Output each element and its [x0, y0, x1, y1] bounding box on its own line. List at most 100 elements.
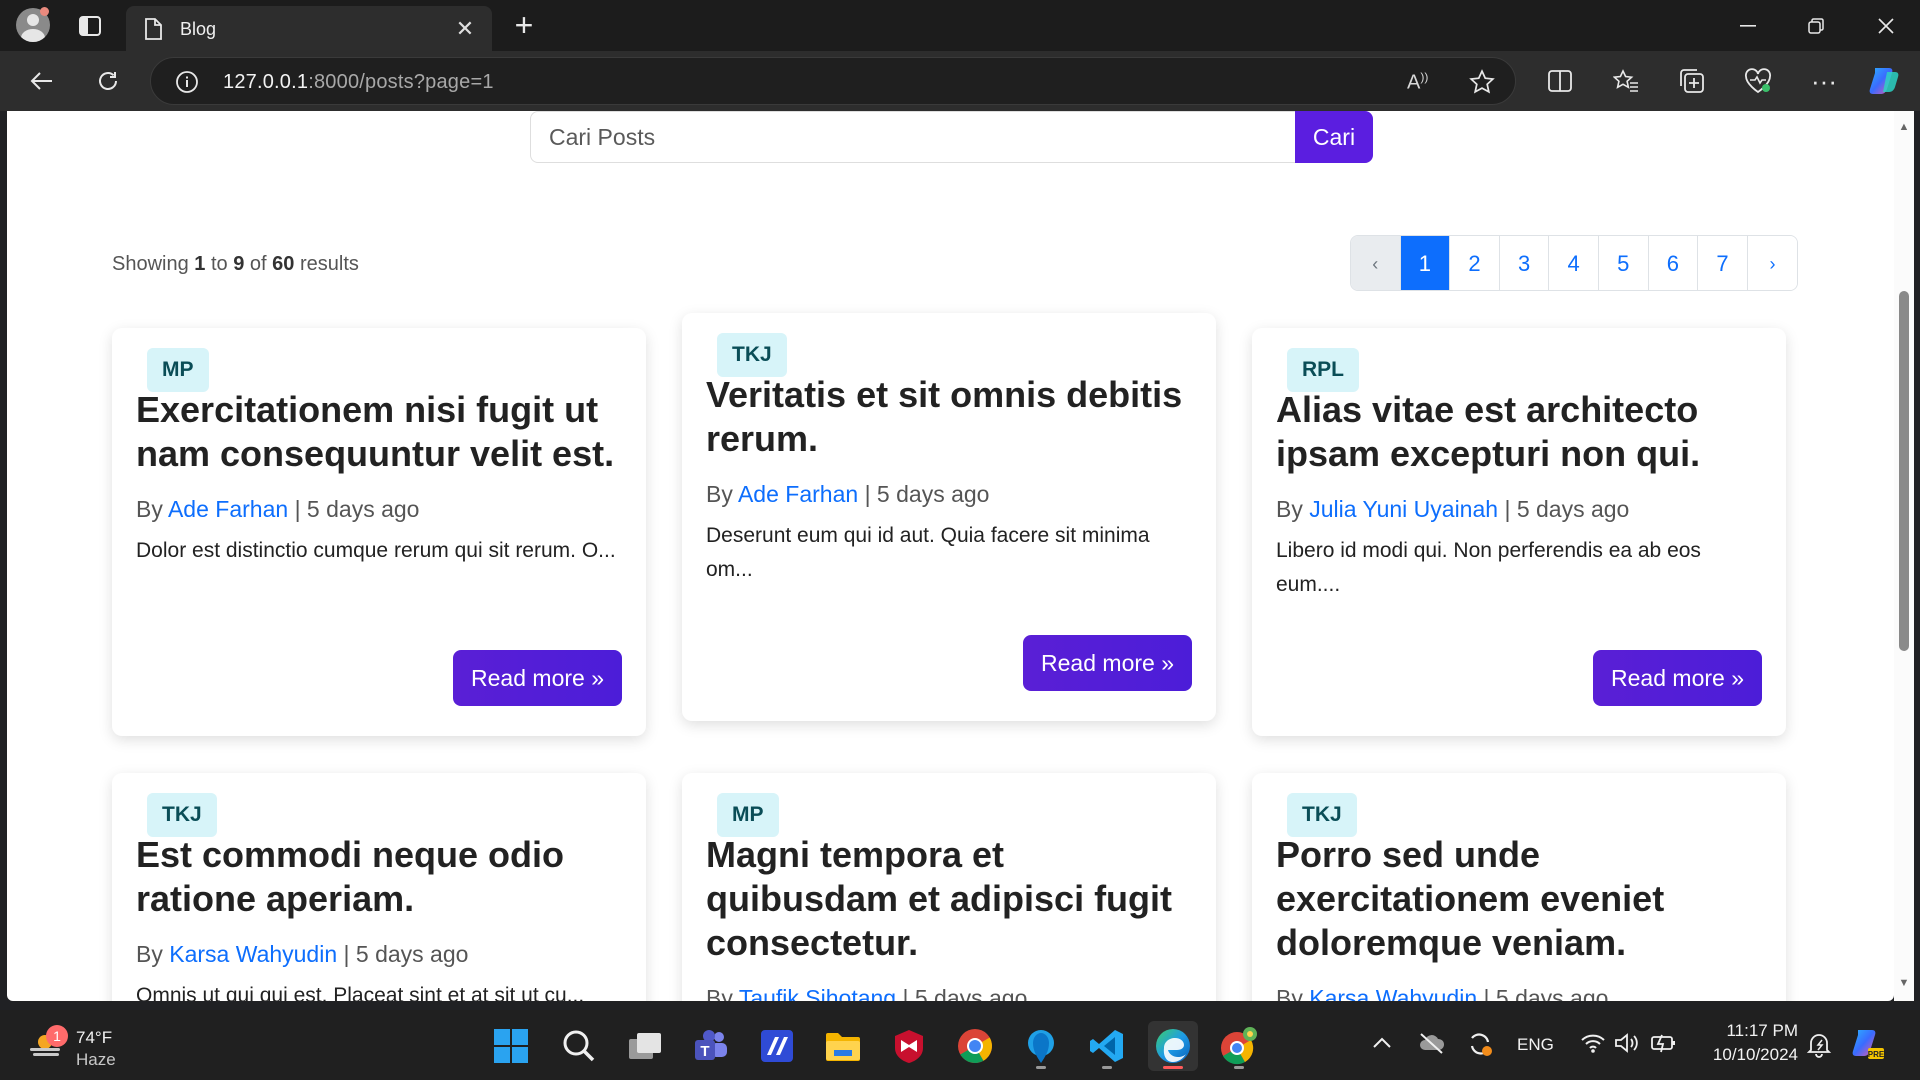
post-meta: By Ade Farhan | 5 days ago: [136, 496, 420, 522]
category-badge[interactable]: TKJ: [1287, 793, 1357, 837]
author-link[interactable]: Julia Yuni Uyainah: [1309, 496, 1498, 522]
weather-notification-badge: 1: [46, 1025, 68, 1047]
author-link[interactable]: Karsa Wahyudin: [169, 941, 337, 967]
post-title[interactable]: Porro sed unde exercitationem eveniet do…: [1276, 833, 1766, 965]
language-indicator[interactable]: ENG: [1517, 1035, 1554, 1055]
browser-tab-blog[interactable]: Blog ✕: [126, 6, 492, 51]
category-badge[interactable]: TKJ: [147, 793, 217, 837]
pagination-page-6[interactable]: 6: [1648, 236, 1699, 290]
running-indicator: [1234, 1066, 1244, 1069]
pagination-prev: ‹: [1351, 236, 1401, 290]
close-window-icon[interactable]: [1852, 0, 1920, 51]
pagination-page-7[interactable]: 7: [1698, 236, 1748, 290]
tab-actions-icon[interactable]: [72, 10, 108, 42]
page-viewport: Cari Showing 1 to 9 of 60 results ‹ 1 2 …: [7, 111, 1894, 1001]
post-card: MP Exercitationem nisi fugit ut nam cons…: [112, 328, 646, 736]
category-badge[interactable]: TKJ: [717, 333, 787, 377]
scroll-up-icon[interactable]: ▲: [1897, 121, 1911, 133]
tab-title: Blog: [180, 19, 217, 39]
browser-essentials-icon[interactable]: [1738, 63, 1778, 99]
copilot-icon[interactable]: [1864, 63, 1904, 99]
author-link[interactable]: Ade Farhan: [168, 496, 288, 522]
chrome-icon[interactable]: [950, 1021, 1000, 1071]
search-button[interactable]: Cari: [1295, 111, 1373, 163]
scroll-down-icon[interactable]: ▼: [1897, 977, 1911, 989]
notifications-icon[interactable]: [1806, 1032, 1832, 1063]
favorite-star-icon[interactable]: [1469, 69, 1495, 100]
clock-time[interactable]: 11:17 PM: [1726, 1021, 1798, 1041]
editor-app-icon[interactable]: [752, 1021, 802, 1071]
post-meta: By Taufik Sihotang | 5 days ago: [706, 985, 1027, 1001]
read-more-button[interactable]: Read more »: [1593, 650, 1762, 706]
post-title[interactable]: Alias vitae est architecto ipsam exceptu…: [1276, 388, 1766, 476]
post-excerpt: Dolor est distinctio cumque rerum qui si…: [136, 539, 616, 562]
minimize-icon[interactable]: [1714, 0, 1782, 51]
refresh-icon[interactable]: [88, 63, 128, 99]
restore-icon[interactable]: [1782, 0, 1850, 51]
pagination-page-1[interactable]: 1: [1400, 236, 1451, 290]
page-icon: [144, 18, 162, 45]
post-excerpt: Deserunt eum qui id aut. Quia facere sit…: [706, 524, 1150, 581]
scrollbar-thumb[interactable]: [1899, 291, 1909, 651]
chrome-profile-icon[interactable]: [1214, 1021, 1264, 1071]
author-link[interactable]: Taufik Sihotang: [739, 985, 896, 1001]
read-aloud-icon[interactable]: A)): [1407, 70, 1428, 95]
post-title[interactable]: Veritatis et sit omnis debitis rerum.: [706, 373, 1196, 461]
show-hidden-icons-chevron-icon[interactable]: [1372, 1036, 1392, 1054]
author-link[interactable]: Ade Farhan: [738, 481, 858, 507]
active-app-indicator: [1163, 1066, 1183, 1069]
post-title[interactable]: Magni tempora et quibusdam et adipisci f…: [706, 833, 1196, 965]
weather-widget[interactable]: 1 74°F Haze: [24, 1022, 164, 1070]
post-card: TKJ Est commodi neque odio ratione aperi…: [112, 773, 646, 1001]
category-badge[interactable]: MP: [147, 348, 209, 392]
battery-charging-icon[interactable]: [1650, 1032, 1678, 1059]
post-card: TKJ Porro sed unde exercitationem evenie…: [1252, 773, 1786, 1001]
category-badge[interactable]: RPL: [1287, 348, 1359, 392]
collections-icon[interactable]: [1672, 63, 1712, 99]
edge-icon[interactable]: [1148, 1021, 1198, 1071]
start-menu-icon[interactable]: [486, 1021, 536, 1071]
pagination-next[interactable]: ›: [1747, 236, 1798, 290]
wifi-icon[interactable]: [1580, 1032, 1606, 1059]
app-icon[interactable]: [1016, 1021, 1066, 1071]
url-text[interactable]: 127.0.0.1:8000/posts?page=1: [223, 71, 494, 94]
split-screen-icon[interactable]: [1540, 63, 1580, 99]
read-more-button[interactable]: Read more »: [453, 650, 622, 706]
search-icon[interactable]: [554, 1021, 604, 1071]
browser-titlebar: Blog ✕ +: [0, 0, 1920, 51]
task-view-icon[interactable]: [620, 1021, 670, 1071]
post-excerpt: Libero id modi qui. Non perferendis ea a…: [1276, 539, 1701, 596]
post-meta: By Julia Yuni Uyainah | 5 days ago: [1276, 496, 1630, 522]
author-link[interactable]: Karsa Wahyudin: [1309, 985, 1477, 1001]
post-excerpt: Omnis ut qui qui est. Placeat sint et at…: [136, 984, 585, 1001]
vscode-icon[interactable]: [1082, 1021, 1132, 1071]
svg-text:PRE: PRE: [1868, 1050, 1885, 1059]
site-info-icon[interactable]: [175, 70, 199, 99]
pagination-page-5[interactable]: 5: [1598, 236, 1649, 290]
address-bar[interactable]: 127.0.0.1:8000/posts?page=1 A)): [150, 57, 1516, 105]
weather-description: Haze: [76, 1050, 116, 1069]
read-more-button[interactable]: Read more »: [1023, 635, 1192, 691]
more-options-icon[interactable]: ···: [1804, 63, 1844, 99]
category-badge[interactable]: MP: [717, 793, 779, 837]
file-explorer-icon[interactable]: [818, 1021, 868, 1071]
search-input[interactable]: [530, 111, 1298, 163]
post-title[interactable]: Exercitationem nisi fugit ut nam consequ…: [136, 388, 626, 476]
weather-temperature: 74°F: [76, 1028, 113, 1047]
copilot-taskbar-icon[interactable]: PRE: [1850, 1028, 1886, 1067]
new-tab-icon[interactable]: +: [506, 8, 542, 44]
mcafee-icon[interactable]: [884, 1021, 934, 1071]
volume-icon[interactable]: [1614, 1032, 1640, 1059]
back-arrow-icon[interactable]: [22, 63, 62, 99]
favorites-icon[interactable]: [1606, 63, 1646, 99]
post-title[interactable]: Est commodi neque odio ratione aperiam.: [136, 833, 626, 921]
pagination-page-2[interactable]: 2: [1450, 236, 1500, 290]
pagination-page-3[interactable]: 3: [1499, 236, 1550, 290]
page-scrollbar[interactable]: ▲ ▼: [1894, 111, 1914, 1001]
pagination-page-4[interactable]: 4: [1549, 236, 1599, 290]
sync-update-icon[interactable]: [1466, 1030, 1494, 1063]
close-tab-icon[interactable]: ✕: [450, 14, 480, 44]
teams-icon[interactable]: T: [686, 1021, 736, 1071]
clock-date[interactable]: 10/10/2024: [1713, 1045, 1798, 1065]
onedrive-offline-icon[interactable]: [1418, 1032, 1446, 1059]
